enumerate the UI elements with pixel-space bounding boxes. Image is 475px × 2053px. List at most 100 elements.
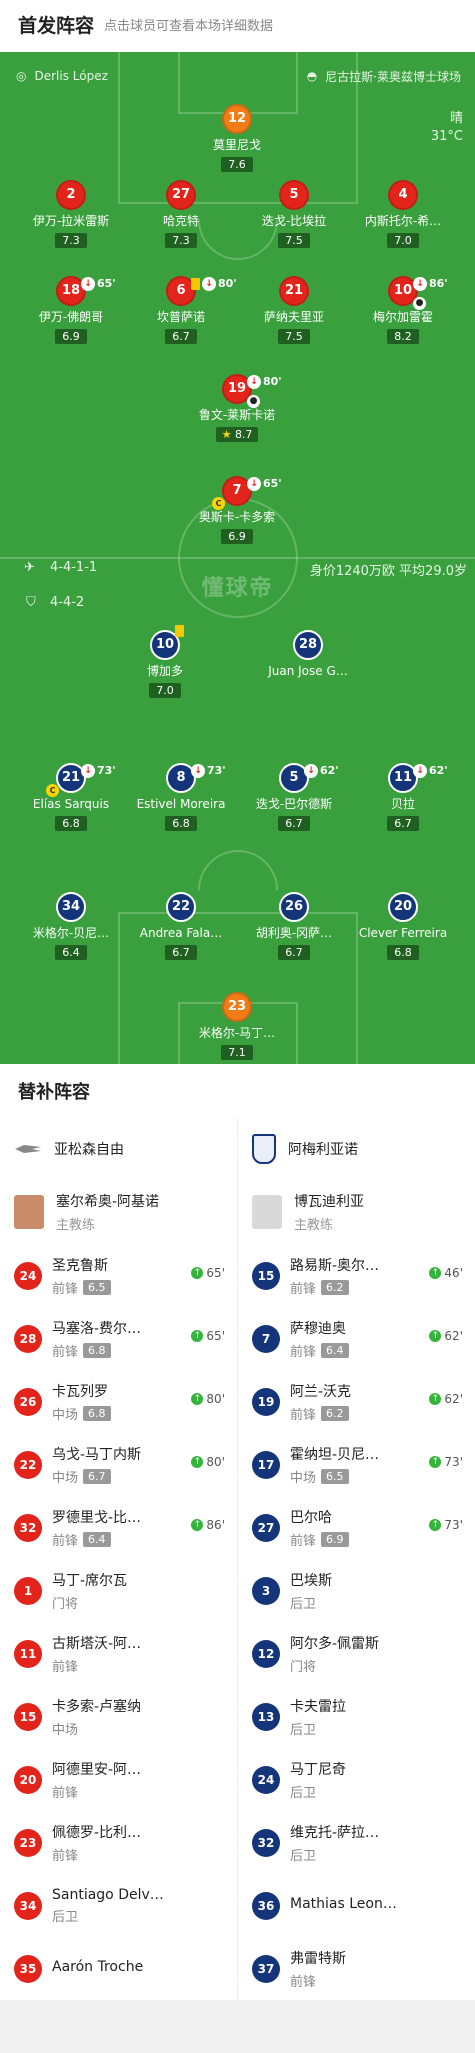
- sub-player-row[interactable]: 15 卡多索-卢塞纳 中场: [0, 1685, 237, 1748]
- sub-player-name: 卡多索-卢塞纳: [52, 1698, 142, 1715]
- sub-time: 73': [207, 764, 226, 777]
- sub-player-row[interactable]: 20 阿德里安-阿… 前锋: [0, 1748, 237, 1811]
- player-home-21[interactable]: 21 萨纳夫里亚 7.5: [242, 276, 346, 344]
- player-rating: 6.7: [165, 329, 197, 344]
- player-name: 内斯托尔-希…: [364, 214, 442, 228]
- player-home-4[interactable]: 4 内斯托尔-希… 7.0: [351, 180, 455, 248]
- player-home-12[interactable]: 12 莫里尼戈 7.6: [185, 104, 289, 172]
- sub-player-row[interactable]: 34 Santiago Delv… 后卫: [0, 1874, 237, 1937]
- player-home-10[interactable]: 10 ↓ 86' ● 梅尔加雷霍 8.2: [351, 276, 455, 344]
- sub-player-row[interactable]: 35 Aarón Troche: [0, 1937, 237, 2000]
- sub-player-rating: 6.4: [83, 1531, 111, 1547]
- sub-in-icon: ↑: [429, 1393, 442, 1405]
- player-away-34[interactable]: 34 米格尔-贝尼… 6.4: [19, 892, 123, 960]
- sub-in-time: 46': [444, 1266, 463, 1280]
- sub-player-row[interactable]: 15 路易斯-奥尔… 前锋 6.2 ↑ 46': [238, 1244, 475, 1307]
- sub-out-icon: ↓: [81, 764, 95, 778]
- sub-player-row[interactable]: 26 卡瓦列罗 中场 6.8 ↑ 80': [0, 1370, 237, 1433]
- player-away-5[interactable]: 5 ↓ 62' 迭戈-巴尔德斯 6.7: [242, 763, 346, 831]
- sub-player-name: Santiago Delv…: [52, 1886, 164, 1903]
- player-away-10[interactable]: 10 博加多 7.0: [113, 625, 217, 698]
- player-away-20[interactable]: 20 Clever Ferreira 6.8: [351, 892, 455, 960]
- sub-player-position: 后卫: [52, 1909, 79, 1925]
- sub-player-name: 罗德里戈-比…: [52, 1509, 142, 1526]
- sub-in-time: 65': [206, 1266, 225, 1280]
- player-number: 21: [279, 276, 309, 306]
- sub-player-name: 佩德罗-比利…: [52, 1824, 142, 1841]
- referee-name: Derlis López: [34, 69, 108, 83]
- sub-player-row[interactable]: 7 萨穆迪奥 前锋 6.4 ↑ 62': [238, 1307, 475, 1370]
- sub-player-row[interactable]: 13 卡夫雷拉 后卫: [238, 1685, 475, 1748]
- sub-player-position: 后卫: [290, 1596, 317, 1612]
- sub-player-name: 阿德里安-阿…: [52, 1761, 142, 1778]
- sub-player-row[interactable]: 1 马丁-席尔瓦 门将: [0, 1559, 237, 1622]
- sub-player-row[interactable]: 27 巴尔哈 前锋 6.9 ↑ 73': [238, 1496, 475, 1559]
- player-away-28[interactable]: 28 Juan Jose G…: [256, 630, 360, 679]
- sub-time: 80': [218, 277, 237, 290]
- player-away-26[interactable]: 26 胡利奥-冈萨… 6.7: [242, 892, 346, 960]
- player-rating: 6.9: [221, 529, 253, 544]
- yellow-card-icon: [191, 278, 200, 290]
- player-home-18[interactable]: 18 ↓ 65' 伊万-佛朗哥 6.9: [19, 276, 123, 344]
- player-away-11[interactable]: 11 ↓ 62' 贝拉 6.7: [351, 763, 455, 831]
- player-away-23[interactable]: 23 米格尔-马丁… 7.1: [185, 992, 289, 1060]
- sub-player-row[interactable]: 24 马丁尼奇 后卫: [238, 1748, 475, 1811]
- home-team-row[interactable]: 亚松森自由: [0, 1118, 237, 1180]
- player-home-7[interactable]: 7 ↓ 65' C 奥斯卡-卡多索 6.9: [185, 476, 289, 544]
- sub-player-position: 前锋: [290, 1344, 317, 1360]
- sub-player-row[interactable]: 24 圣克鲁斯 前锋 6.5 ↑ 65': [0, 1244, 237, 1307]
- away-coach-row[interactable]: 博瓦迪利亚 主教练: [238, 1180, 475, 1244]
- temperature: 31°C: [430, 129, 463, 144]
- sub-in-indicator: ↑ 80': [191, 1392, 225, 1406]
- player-name: Estivel Moreira: [136, 797, 226, 811]
- sub-in-icon: ↑: [191, 1393, 204, 1405]
- sub-player-row[interactable]: 17 霍纳坦-贝尼… 中场 6.5 ↑ 73': [238, 1433, 475, 1496]
- coach-role: 主教练: [294, 1218, 334, 1233]
- player-name: Elías Sarquis: [32, 797, 110, 811]
- sub-player-row[interactable]: 32 罗德里戈-比… 前锋 6.4 ↑ 86': [0, 1496, 237, 1559]
- sub-player-row[interactable]: 12 阿尔多-佩雷斯 门将: [238, 1622, 475, 1685]
- player-home-5[interactable]: 5 迭戈-比埃拉 7.5: [242, 180, 346, 248]
- player-rating: 7.5: [278, 329, 310, 344]
- sub-player-row[interactable]: 28 马塞洛-费尔… 前锋 6.8 ↑ 65': [0, 1307, 237, 1370]
- sub-player-row[interactable]: 11 古斯塔沃-阿… 前锋: [0, 1622, 237, 1685]
- sub-player-name: 霍纳坦-贝尼…: [290, 1446, 380, 1463]
- sub-player-row[interactable]: 3 巴埃斯 后卫: [238, 1559, 475, 1622]
- home-coach-row[interactable]: 塞尔希奥-阿基诺 主教练: [0, 1180, 237, 1244]
- player-home-27[interactable]: 27 哈克特 7.3: [129, 180, 233, 248]
- sub-player-row[interactable]: 22 乌戈-马丁内斯 中场 6.7 ↑ 80': [0, 1433, 237, 1496]
- player-rating: 6.4: [55, 945, 87, 960]
- sub-player-row[interactable]: 23 佩德罗-比利… 前锋: [0, 1811, 237, 1874]
- stadium-icon: ◓: [306, 69, 318, 83]
- sub-out-badge: ↓ 73': [191, 758, 226, 784]
- sub-out-badge: ↓ 80': [247, 369, 282, 395]
- sub-out-icon: ↓: [413, 277, 427, 291]
- player-home-2[interactable]: 2 伊万-拉米雷斯 7.3: [19, 180, 123, 248]
- sub-player-row[interactable]: 32 维克托-萨拉… 后卫: [238, 1811, 475, 1874]
- player-rating: 6.7: [387, 816, 419, 831]
- player-away-22[interactable]: 22 Andrea Fala… 6.7: [129, 892, 233, 960]
- sub-player-position: 前锋: [52, 1344, 79, 1360]
- player-away-8[interactable]: 8 ↓ 73' Estivel Moreira 6.8: [129, 763, 233, 831]
- sub-player-number: 15: [14, 1702, 42, 1731]
- player-home-19[interactable]: 19 ↓ 80' ● 鲁文-莱斯卡诺 ★ 8.7: [185, 374, 289, 442]
- sub-out-badge: ↓ 62': [413, 758, 448, 784]
- sub-player-number: 22: [14, 1450, 42, 1479]
- away-team-row[interactable]: 阿梅利亚诺: [238, 1118, 475, 1180]
- sub-player-row[interactable]: 37 弗雷特斯 前锋: [238, 1937, 475, 2000]
- sub-player-row[interactable]: 19 阿兰-沃克 前锋 6.2 ↑ 62': [238, 1370, 475, 1433]
- player-home-6[interactable]: 6 ↓ 80' 坎普萨诺 6.7: [129, 276, 237, 344]
- player-name: 奥斯卡-卡多索: [198, 510, 276, 524]
- team-value-info: 身价1240万欧 平均29.0岁: [309, 564, 467, 579]
- player-number-text: 19: [227, 381, 247, 396]
- sub-player-number: 3: [252, 1576, 280, 1605]
- player-name: 胡利奥-冈萨…: [255, 926, 333, 940]
- sub-player-name: 马丁-席尔瓦: [52, 1572, 128, 1589]
- sub-player-row[interactable]: 36 Mathias Leon…: [238, 1874, 475, 1937]
- sub-player-name: 卡瓦列罗: [52, 1383, 108, 1400]
- player-name: Juan Jose G…: [268, 664, 348, 678]
- sub-out-badge: ↓ 62': [304, 758, 339, 784]
- sub-in-icon: ↑: [191, 1519, 204, 1531]
- player-away-21[interactable]: 21 ↓ 73' C Elías Sarquis 6.8: [19, 763, 123, 831]
- sub-player-position: 中场: [52, 1407, 79, 1423]
